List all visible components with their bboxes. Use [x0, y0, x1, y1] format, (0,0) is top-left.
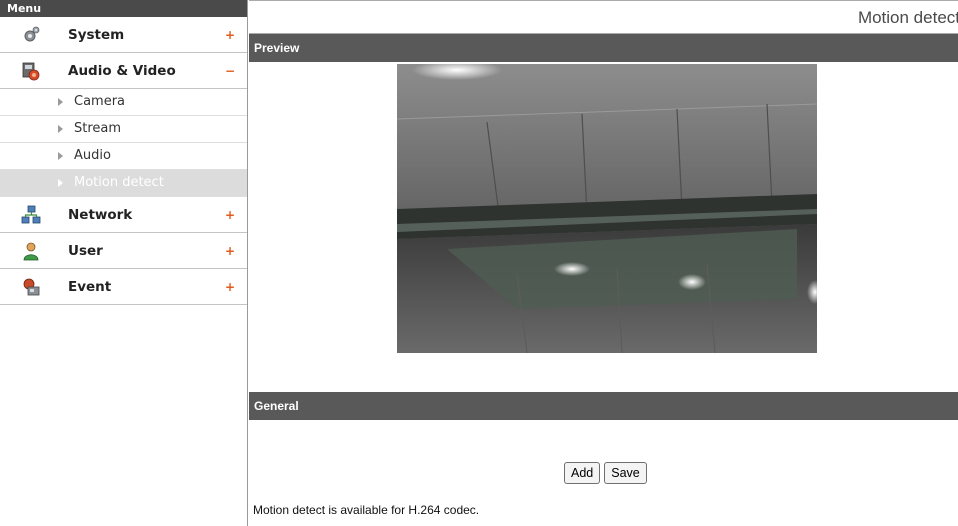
- user-icon: [23, 242, 39, 261]
- expand-toggle[interactable]: +: [225, 197, 235, 233]
- menu-category-label: Event: [68, 279, 112, 295]
- camera-preview[interactable]: [397, 64, 817, 353]
- preview-section-header: Preview: [249, 34, 958, 62]
- arrow-right-icon: [58, 152, 63, 160]
- submenu-item-stream[interactable]: Stream: [0, 116, 247, 143]
- submenu-item-motion-detect[interactable]: Motion detect: [0, 170, 247, 197]
- submenu-item-label: Stream: [74, 121, 122, 136]
- menu-category-audio-video[interactable]: Audio & Video −: [0, 53, 247, 89]
- action-buttons: Add Save: [564, 462, 647, 484]
- menu-category-label: Audio & Video: [68, 63, 176, 79]
- camera-preview-image: [397, 64, 817, 353]
- add-button[interactable]: Add: [564, 462, 601, 484]
- general-section-header: General: [249, 392, 958, 420]
- arrow-right-icon: [58, 125, 63, 133]
- network-icon: [21, 205, 41, 224]
- arrow-right-icon: [58, 179, 63, 187]
- arrow-right-icon: [58, 98, 63, 106]
- event-icon: [23, 278, 40, 296]
- menu-header: Menu: [0, 0, 247, 17]
- page-title: Motion detect: [857, 8, 958, 27]
- menu-category-event[interactable]: Event +: [0, 269, 247, 305]
- menu-category-user[interactable]: User +: [0, 233, 247, 269]
- film-camera-icon: [22, 62, 40, 81]
- submenu-item-label: Camera: [74, 94, 126, 109]
- gear-icon: [24, 26, 40, 42]
- codec-note: Motion detect is available for H.264 cod…: [253, 503, 480, 517]
- main-content: Motion detect Preview General Add Save M…: [249, 0, 958, 526]
- menu-category-label: System: [68, 27, 125, 43]
- submenu-item-audio[interactable]: Audio: [0, 143, 247, 170]
- menu-category-label: User: [68, 243, 103, 259]
- menu-category-system[interactable]: System +: [0, 17, 247, 53]
- submenu-item-label: Motion detect: [74, 175, 164, 190]
- menu-category-label: Network: [68, 207, 133, 223]
- title-bar: Motion detect: [249, 0, 958, 34]
- collapse-toggle[interactable]: −: [225, 53, 235, 89]
- expand-toggle[interactable]: +: [225, 233, 235, 269]
- expand-toggle[interactable]: +: [225, 269, 235, 305]
- sidebar-menu: Menu System + Audio & Video − Camera Str…: [0, 0, 248, 526]
- submenu-item-camera[interactable]: Camera: [0, 89, 247, 116]
- save-button[interactable]: Save: [604, 462, 647, 484]
- expand-toggle[interactable]: +: [225, 17, 235, 53]
- menu-category-network[interactable]: Network +: [0, 197, 247, 233]
- submenu-item-label: Audio: [74, 148, 111, 163]
